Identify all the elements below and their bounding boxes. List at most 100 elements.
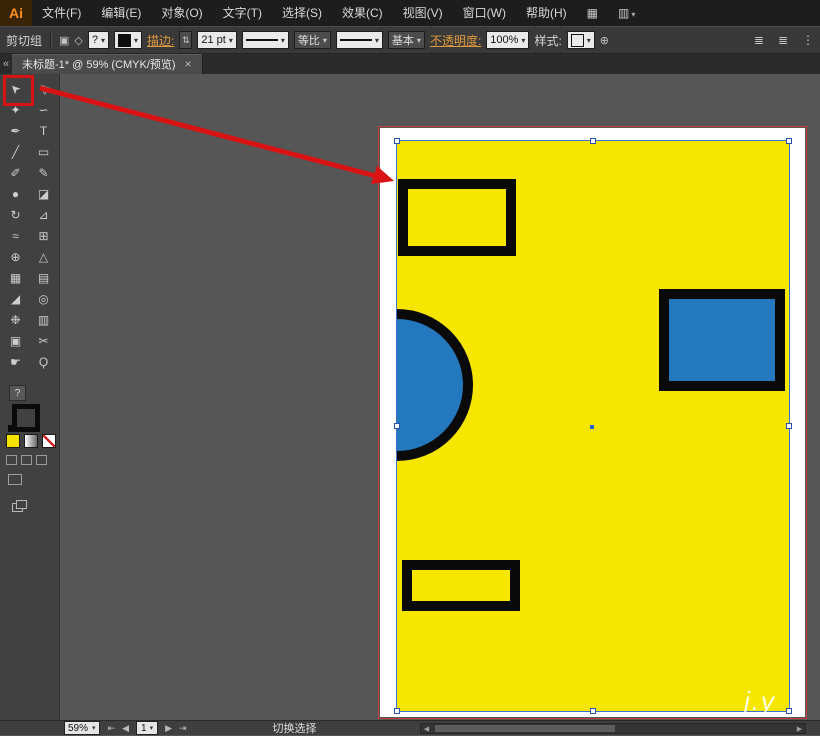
tool-free-transform[interactable]: ⊞ xyxy=(30,225,58,246)
distribute-objects-icon[interactable]: ≣ xyxy=(778,33,788,47)
draw-normal-button[interactable] xyxy=(6,455,17,465)
horizontal-scrollbar[interactable]: ◀ ▶ xyxy=(420,723,806,734)
brush-stroke-combo[interactable]: ▾ xyxy=(335,31,383,49)
default-fill-stroke-icon[interactable] xyxy=(8,425,15,432)
last-artboard-icon[interactable]: ⇥ xyxy=(179,723,187,734)
stroke-line-preview xyxy=(245,39,278,41)
artwork-background[interactable] xyxy=(396,140,790,712)
graphic-style-combo[interactable]: ▾ xyxy=(566,31,595,49)
tool-symbol-sprayer[interactable]: ❉ xyxy=(2,309,30,330)
menu-help[interactable]: 帮助(H) xyxy=(516,0,577,26)
selection-handle-bottom-center[interactable] xyxy=(590,708,596,714)
tool-slice[interactable]: ✂ xyxy=(30,330,58,351)
tool-line-segment[interactable]: ╱ xyxy=(2,141,30,162)
selection-handle-bottom-right[interactable] xyxy=(786,708,792,714)
zoom-level-combo[interactable]: 59% ▾ xyxy=(64,721,100,735)
first-artboard-icon[interactable]: ⇤ xyxy=(108,723,116,734)
menu-type[interactable]: 文字(T) xyxy=(213,0,272,26)
align-objects-icon[interactable]: ≣ xyxy=(754,33,764,47)
draw-inside-button[interactable] xyxy=(36,455,47,465)
selected-artwork[interactable] xyxy=(394,138,792,714)
stroke-color-combo[interactable]: ▾ xyxy=(114,31,143,49)
gradient-button[interactable] xyxy=(24,434,38,448)
menu-file[interactable]: 文件(F) xyxy=(32,0,91,26)
menu-select[interactable]: 选择(S) xyxy=(272,0,332,26)
tool-pen[interactable]: ✒ xyxy=(2,120,30,141)
menu-object[interactable]: 对象(O) xyxy=(151,0,212,26)
document-tab-title: 未标题-1* @ 59% (CMYK/预览) xyxy=(22,59,176,71)
stroke-panel-link[interactable]: 描边: xyxy=(147,32,174,49)
tool-column-graph[interactable]: ▥ xyxy=(30,309,58,330)
menu-edit[interactable]: 编辑(E) xyxy=(91,0,151,26)
opacity-panel-link[interactable]: 不透明度: xyxy=(430,32,481,49)
tool-scale[interactable]: ⊿ xyxy=(30,204,58,225)
fill-color-combo[interactable]: ? ▾ xyxy=(87,31,110,49)
tool-shape-builder[interactable]: ⊕ xyxy=(2,246,30,267)
app-logo: Ai xyxy=(0,0,32,26)
stroke-proxy[interactable] xyxy=(12,404,40,432)
close-icon[interactable]: × xyxy=(185,57,192,71)
chevron-down-icon: ▾ xyxy=(228,35,233,45)
window-front-icon xyxy=(16,500,27,509)
shape-blue-half-circle[interactable] xyxy=(397,309,473,461)
menu-view[interactable]: 视图(V) xyxy=(393,0,453,26)
opacity-combo[interactable]: 100% ▾ xyxy=(486,31,530,49)
menu-effect[interactable]: 效果(C) xyxy=(332,0,393,26)
help-button[interactable]: ? xyxy=(9,385,26,401)
fill-color-button[interactable] xyxy=(6,434,20,448)
scrollbar-thumb[interactable] xyxy=(435,725,615,732)
scroll-left-icon[interactable]: ◀ xyxy=(421,725,432,733)
selection-handle-middle-left[interactable] xyxy=(394,423,400,429)
next-artboard-icon[interactable]: ▶ xyxy=(165,723,172,734)
selection-handle-bottom-left[interactable] xyxy=(394,708,400,714)
shape-top-rectangle[interactable] xyxy=(398,179,516,256)
shape-bottom-rectangle[interactable] xyxy=(402,560,520,611)
tool-mesh[interactable]: ▦ xyxy=(2,267,30,288)
tool-eraser[interactable]: ◪ xyxy=(30,183,58,204)
tool-gradient[interactable]: ▤ xyxy=(30,267,58,288)
tool-artboard[interactable]: ▣ xyxy=(2,330,30,351)
stroke-style-combo[interactable]: ▾ xyxy=(241,31,289,49)
tool-rotate[interactable]: ↻ xyxy=(2,204,30,225)
anchor-icon: ◇ xyxy=(74,34,83,47)
arrange-documents-icon[interactable]: ▦ xyxy=(587,6,598,20)
stroke-width-combo[interactable]: 21 pt ▾ xyxy=(197,31,237,49)
screen-mode-button[interactable] xyxy=(8,474,22,485)
selection-handle-top-right[interactable] xyxy=(786,138,792,144)
width-profile-combo[interactable]: 等比 ▾ xyxy=(293,31,331,49)
tool-perspective-grid[interactable]: △ xyxy=(30,246,58,267)
arrange-windows-icon[interactable] xyxy=(12,500,28,513)
tool-pencil[interactable]: ✎ xyxy=(30,162,58,183)
menu-window[interactable]: 窗口(W) xyxy=(453,0,516,26)
menubar: Ai 文件(F) 编辑(E) 对象(O) 文字(T) 选择(S) 效果(C) 视… xyxy=(0,0,820,26)
tool-eyedropper[interactable]: ◢ xyxy=(2,288,30,309)
brush-definition-combo[interactable]: 基本 ▾ xyxy=(387,31,425,49)
tool-hand[interactable]: ☛ xyxy=(2,351,30,372)
tool-blend[interactable]: ◎ xyxy=(30,288,58,309)
panel-menu-icon[interactable]: ⋮ xyxy=(802,33,814,47)
workspace-switcher-icon[interactable]: ▥ ▾ xyxy=(618,6,635,20)
draw-behind-button[interactable] xyxy=(21,455,32,465)
illustrator-window: { "colors": { "artwork_yellow": "#f7e700… xyxy=(0,0,820,735)
chevron-down-icon: ▾ xyxy=(586,35,591,45)
selection-handle-middle-right[interactable] xyxy=(786,423,792,429)
artboard-number-field[interactable]: 1 ▾ xyxy=(136,721,159,735)
previous-artboard-icon[interactable]: ◀ xyxy=(122,723,129,734)
tool-width[interactable]: ≈ xyxy=(2,225,30,246)
document-tab[interactable]: 未标题-1* @ 59% (CMYK/预览) × xyxy=(12,54,203,74)
scroll-right-icon[interactable]: ▶ xyxy=(794,725,805,733)
document-setup-globe-icon[interactable]: ⊕ xyxy=(600,34,609,47)
tool-blob-brush[interactable]: ● xyxy=(2,183,30,204)
toolbar-collapse-icon[interactable]: « xyxy=(0,58,12,70)
tool-zoom[interactable]: Ϙ xyxy=(30,351,58,372)
shape-blue-rectangle[interactable] xyxy=(659,289,785,391)
selection-handle-top-left[interactable] xyxy=(394,138,400,144)
tool-rectangle[interactable]: ▭ xyxy=(30,141,58,162)
stroke-color-swatch xyxy=(118,33,132,47)
chevron-down-icon: ▾ xyxy=(134,35,139,45)
selection-handle-top-center[interactable] xyxy=(590,138,596,144)
tool-paintbrush[interactable]: ✐ xyxy=(2,162,30,183)
none-color-button[interactable] xyxy=(42,434,56,448)
stroke-width-stepper[interactable]: ⇅ xyxy=(179,31,193,49)
tool-type[interactable]: T xyxy=(30,120,58,141)
